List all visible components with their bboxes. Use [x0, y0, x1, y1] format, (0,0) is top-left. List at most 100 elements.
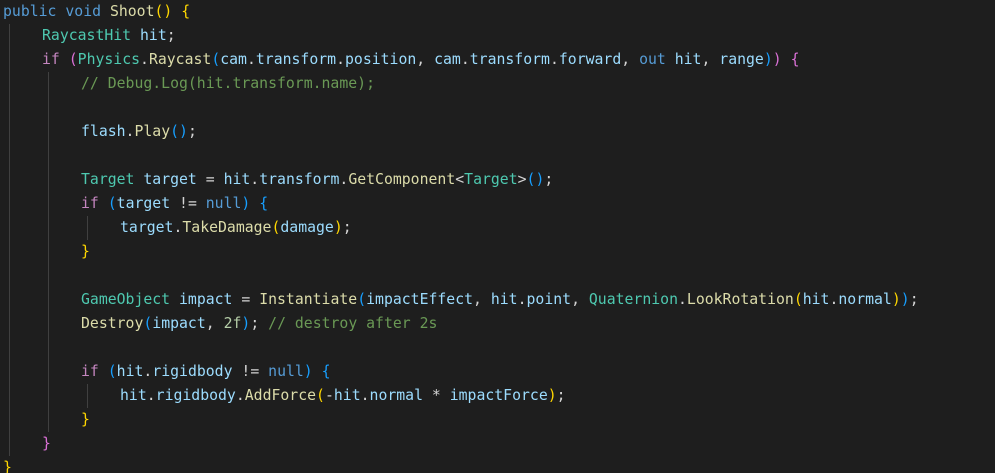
- code-line[interactable]: hit.rigidbody.AddForce(-hit.normal * imp…: [120, 384, 566, 408]
- code-token: ): [763, 51, 773, 68]
- code-token: damage: [280, 219, 334, 236]
- indent-guide: [87, 384, 88, 408]
- code-token: flash: [81, 123, 126, 140]
- code-token: impact: [179, 291, 233, 308]
- code-token: hit: [802, 291, 830, 308]
- code-token: null: [205, 195, 242, 212]
- code-line[interactable]: Destroy(impact, 2f); // destroy after 2s: [81, 312, 437, 336]
- code-token: ,: [571, 291, 589, 308]
- code-token: out: [639, 51, 666, 68]
- code-token: Quaternion: [588, 291, 678, 308]
- code-token: hit: [333, 387, 361, 404]
- code-line[interactable]: target.TakeDamage(damage);: [120, 216, 352, 240]
- code-line[interactable]: RaycastHit hit;: [42, 24, 176, 48]
- code-token: .: [360, 387, 370, 404]
- code-token: .: [677, 291, 687, 308]
- code-token: target: [143, 171, 197, 188]
- code-line[interactable]: }: [42, 432, 51, 456]
- code-token: Shoot: [109, 3, 155, 20]
- code-line[interactable]: if (hit.rigidbody != null) {: [81, 360, 331, 384]
- indent-guide: [87, 216, 88, 240]
- code-token: Play: [134, 123, 171, 140]
- code-token: }: [81, 411, 90, 428]
- code-token: LookRotation: [686, 291, 794, 308]
- code-token: ;: [556, 387, 566, 404]
- code-token: (: [357, 291, 367, 308]
- code-token: point: [526, 291, 572, 308]
- code-token: .: [517, 291, 527, 308]
- code-editor[interactable]: public void Shoot() {RaycastHit hit; if (…: [0, 0, 995, 473]
- code-line[interactable]: flash.Play();: [81, 120, 197, 144]
- code-token: (): [526, 171, 545, 188]
- code-line[interactable]: if (target != null) {: [81, 192, 268, 216]
- code-token: // destroy after 2s: [268, 315, 438, 332]
- code-token: ): [303, 363, 313, 380]
- code-token: ,: [416, 51, 435, 68]
- code-token: AddForce: [244, 387, 317, 404]
- code-token: ;: [250, 315, 260, 332]
- code-token: }: [3, 459, 12, 473]
- code-token: hit: [223, 171, 251, 188]
- code-token: =: [196, 171, 224, 188]
- code-token: .: [235, 387, 245, 404]
- code-token: .: [339, 171, 349, 188]
- code-token: -: [324, 387, 334, 404]
- code-token: TakeDamage: [182, 219, 272, 236]
- code-token: (): [170, 123, 188, 140]
- code-line[interactable]: public void Shoot() {: [3, 0, 190, 24]
- code-token: ): [900, 291, 910, 308]
- code-token: impactEffect: [366, 291, 474, 308]
- code-line[interactable]: if (Physics.Raycast(cam.transform.positi…: [42, 48, 800, 72]
- code-token: *: [423, 387, 450, 404]
- code-token: !=: [170, 195, 206, 212]
- code-token: // Debug.Log(hit.transform.name);: [81, 75, 375, 92]
- code-token: 2f: [223, 315, 242, 332]
- code-token: .: [336, 51, 345, 68]
- code-token: Destroy: [81, 315, 144, 332]
- code-token: GetComponent: [348, 171, 456, 188]
- code-token: ): [891, 291, 901, 308]
- code-line[interactable]: // Debug.Log(hit.transform.name);: [81, 72, 375, 96]
- code-token: range: [719, 51, 764, 68]
- code-token: (: [107, 363, 117, 380]
- code-token: }: [42, 435, 51, 452]
- code-token: if: [81, 195, 99, 212]
- code-line[interactable]: }: [81, 240, 90, 264]
- code-token: (: [316, 387, 325, 404]
- code-token: .: [146, 387, 156, 404]
- code-token: .: [143, 363, 153, 380]
- code-token: ): [241, 315, 251, 332]
- code-token: <: [455, 171, 465, 188]
- code-token: ,: [701, 51, 720, 68]
- code-token: .: [250, 171, 260, 188]
- code-line[interactable]: Target target = hit.transform.GetCompone…: [81, 168, 553, 192]
- code-line[interactable]: GameObject impact = Instantiate(impactEf…: [81, 288, 919, 312]
- code-token: (: [68, 51, 78, 68]
- code-token: ;: [909, 291, 919, 308]
- code-token: void: [65, 3, 102, 20]
- code-token: null: [268, 363, 304, 380]
- code-token: impactForce: [449, 387, 548, 404]
- code-token: .: [246, 51, 256, 68]
- indent-guide: [48, 72, 49, 432]
- code-token: ): [547, 387, 557, 404]
- code-token: Instantiate: [259, 291, 358, 308]
- code-token: ,: [205, 315, 224, 332]
- code-token: Target: [81, 171, 135, 188]
- code-line[interactable]: }: [3, 456, 12, 473]
- code-line[interactable]: }: [81, 408, 90, 432]
- code-token: cam: [220, 51, 247, 68]
- indent-guide: [9, 24, 10, 456]
- code-token: Raycast: [148, 51, 212, 68]
